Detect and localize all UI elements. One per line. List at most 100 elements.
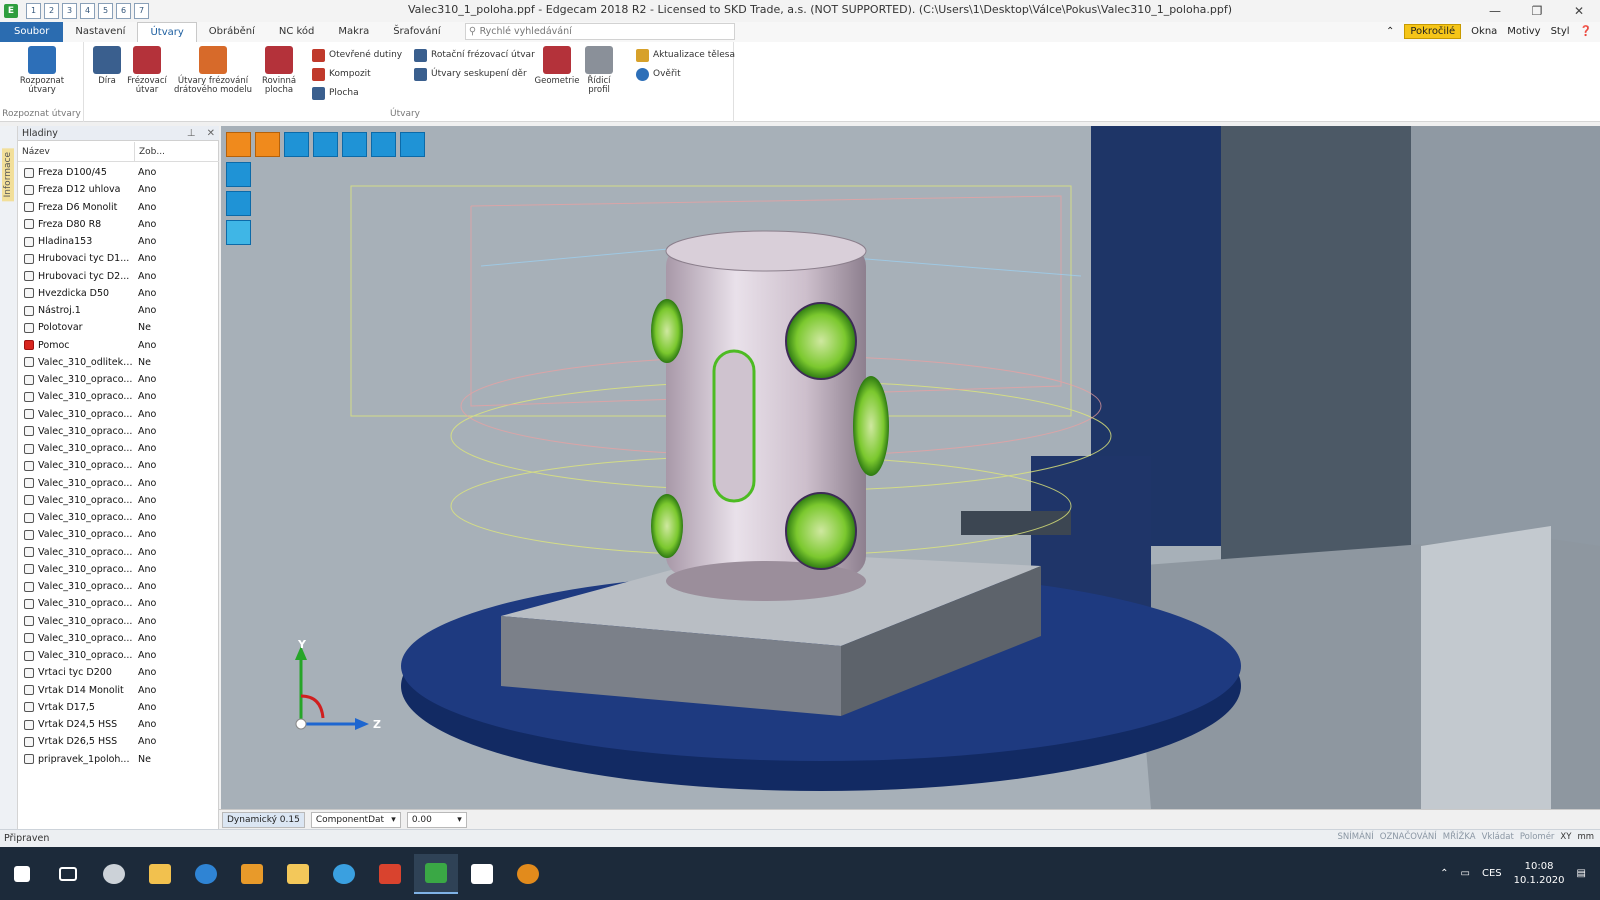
geometry-button[interactable]: Geometrie [534, 46, 580, 86]
column-visible[interactable]: Zob... [135, 142, 165, 161]
tab-machining[interactable]: Obrábění [197, 22, 267, 42]
layer-visible[interactable]: Ano [135, 202, 156, 213]
solid-view-icon[interactable] [226, 132, 251, 157]
layer-row[interactable]: Nástroj.1 Ano [18, 302, 219, 319]
layer-row[interactable]: Valec_310_opraco... Ano [18, 630, 219, 647]
front-view-icon[interactable] [226, 220, 251, 245]
security-icon[interactable] [92, 854, 136, 894]
status-radius[interactable]: Polomér [1520, 832, 1555, 842]
layer-row[interactable]: Valec_310_opraco... Ano [18, 526, 219, 543]
layer-row[interactable]: Hrubovaci tyc D2... Ano [18, 268, 219, 285]
layer-visible[interactable]: Ano [135, 495, 156, 506]
layer-visible[interactable]: Ano [135, 253, 156, 264]
layer-visible[interactable]: Ano [135, 460, 156, 471]
ie-icon[interactable] [322, 854, 366, 894]
grid-view-icon[interactable] [400, 132, 425, 157]
advanced-button[interactable]: Pokročilé [1404, 24, 1462, 39]
layer-visible[interactable]: Ano [135, 529, 156, 540]
layer-row[interactable]: Pomoc Ano [18, 337, 219, 354]
layer-visible[interactable]: Ano [135, 598, 156, 609]
tray-chevron-icon[interactable]: ⌃ [1440, 868, 1448, 879]
windows-menu[interactable]: Okna [1471, 26, 1497, 37]
qat-button[interactable]: 6 [116, 3, 131, 19]
layer-visible[interactable]: Ano [135, 236, 156, 247]
layer-visible[interactable]: Ano [135, 391, 156, 402]
notifications-icon[interactable]: ▤ [1577, 868, 1586, 879]
file-explorer-icon[interactable] [138, 854, 182, 894]
media-icon[interactable] [230, 854, 274, 894]
dynamic-view-toggle[interactable]: Dynamický 0.15 [222, 811, 305, 828]
layer-visible[interactable]: Ne [135, 357, 151, 368]
layer-row[interactable]: Valec_310_opraco... Ano [18, 423, 219, 440]
layer-row[interactable]: Vrtak D24,5 HSS Ano [18, 716, 219, 733]
tab-macros[interactable]: Makra [326, 22, 381, 42]
layer-visible[interactable]: Ano [135, 616, 156, 627]
status-select[interactable]: OZNAČOVÁNÍ [1380, 832, 1437, 842]
layer-row[interactable]: Valec_310_opraco... Ano [18, 475, 219, 492]
pan-icon[interactable] [313, 132, 338, 157]
tab-hatching[interactable]: Šrafování [381, 22, 452, 42]
layer-row[interactable]: Valec_310_opraco... Ano [18, 613, 219, 630]
layer-visible[interactable]: Ano [135, 547, 156, 558]
style-menu[interactable]: Styl [1551, 26, 1570, 37]
layer-row[interactable]: Hladina153 Ano [18, 233, 219, 250]
zoom-icon[interactable] [342, 132, 367, 157]
tab-nc-code[interactable]: NC kód [267, 22, 327, 42]
top-view-icon[interactable] [226, 191, 251, 216]
close-icon[interactable]: ✕ [207, 128, 215, 139]
status-grid[interactable]: MŘÍŽKA [1443, 832, 1476, 842]
layer-visible[interactable]: Ano [135, 305, 156, 316]
status-plane[interactable]: XY [1560, 832, 1571, 842]
status-units[interactable]: mm [1577, 832, 1594, 842]
composite-button[interactable]: Kompozit [312, 65, 371, 83]
qat-button[interactable]: 1 [26, 3, 41, 19]
edgecam-icon[interactable]: E [4, 4, 18, 18]
layer-visible[interactable]: Ano [135, 719, 156, 730]
layer-row[interactable]: Valec_310_opraco... Ano [18, 440, 219, 457]
mail-icon[interactable] [276, 854, 320, 894]
layer-row[interactable]: Freza D100/45 Ano [18, 164, 219, 181]
planar-face-button[interactable]: Rovinná plocha [256, 46, 302, 95]
restore-button[interactable]: ❐ [1516, 0, 1558, 22]
qat-button[interactable]: 3 [62, 3, 77, 19]
hole-group-button[interactable]: Útvary seskupení děr [414, 65, 527, 83]
control-profile-button[interactable]: Řídicí profil [576, 46, 622, 95]
close-button[interactable]: ✕ [1558, 0, 1600, 22]
layer-row[interactable]: pripravek_1poloh... Ne [18, 751, 219, 768]
layer-visible[interactable]: Ano [135, 512, 156, 523]
layer-visible[interactable]: Ano [135, 736, 156, 747]
help-icon[interactable]: ❓ [1580, 26, 1592, 37]
pin-icon[interactable]: ⊥ [187, 128, 196, 139]
tab-features[interactable]: Útvary [137, 22, 197, 42]
status-insert[interactable]: Vkládat [1482, 832, 1514, 842]
layer-row[interactable]: Valec_310_opraco... Ano [18, 578, 219, 595]
surface-button[interactable]: Plocha [312, 84, 359, 102]
layer-row[interactable]: Valec_310_opraco... Ano [18, 544, 219, 561]
themes-menu[interactable]: Motivy [1507, 26, 1540, 37]
layer-row[interactable]: Hrubovaci tyc D1... Ano [18, 250, 219, 267]
search-input[interactable] [479, 26, 720, 37]
layer-visible[interactable]: Ano [135, 288, 156, 299]
layer-row[interactable]: Valec_310_odlitek ... Ne [18, 354, 219, 371]
layer-visible[interactable]: Ano [135, 443, 156, 454]
recognize-features-button[interactable]: Rozpoznat útvary [19, 46, 65, 95]
info-tab[interactable]: Informace [2, 148, 14, 202]
qat-button[interactable]: 5 [98, 3, 113, 19]
layer-row[interactable]: Valec_310_opraco... Ano [18, 371, 219, 388]
graphics-viewport[interactable]: Y Z [221, 126, 1600, 809]
qat-button[interactable]: 4 [80, 3, 95, 19]
layer-row[interactable]: Valec_310_opraco... Ano [18, 457, 219, 474]
layer-row[interactable]: Freza D12 uhlova Ano [18, 181, 219, 198]
layer-row[interactable]: Valec_310_opraco... Ano [18, 561, 219, 578]
layer-visible[interactable]: Ano [135, 184, 156, 195]
start-icon[interactable] [0, 854, 44, 894]
value-field[interactable]: 0.00 ▾ [406, 811, 467, 828]
layer-row[interactable]: Polotovar Ne [18, 319, 219, 336]
layer-visible[interactable]: Ano [135, 667, 156, 678]
layer-visible[interactable]: Ano [135, 374, 156, 385]
layer-visible[interactable]: Ano [135, 426, 156, 437]
edge-icon[interactable] [184, 854, 228, 894]
wireframe-mill-button[interactable]: Útvary frézování drátového modelu [172, 46, 254, 95]
tab-settings[interactable]: Nastavení [63, 22, 137, 42]
layer-visible[interactable]: Ano [135, 564, 156, 575]
